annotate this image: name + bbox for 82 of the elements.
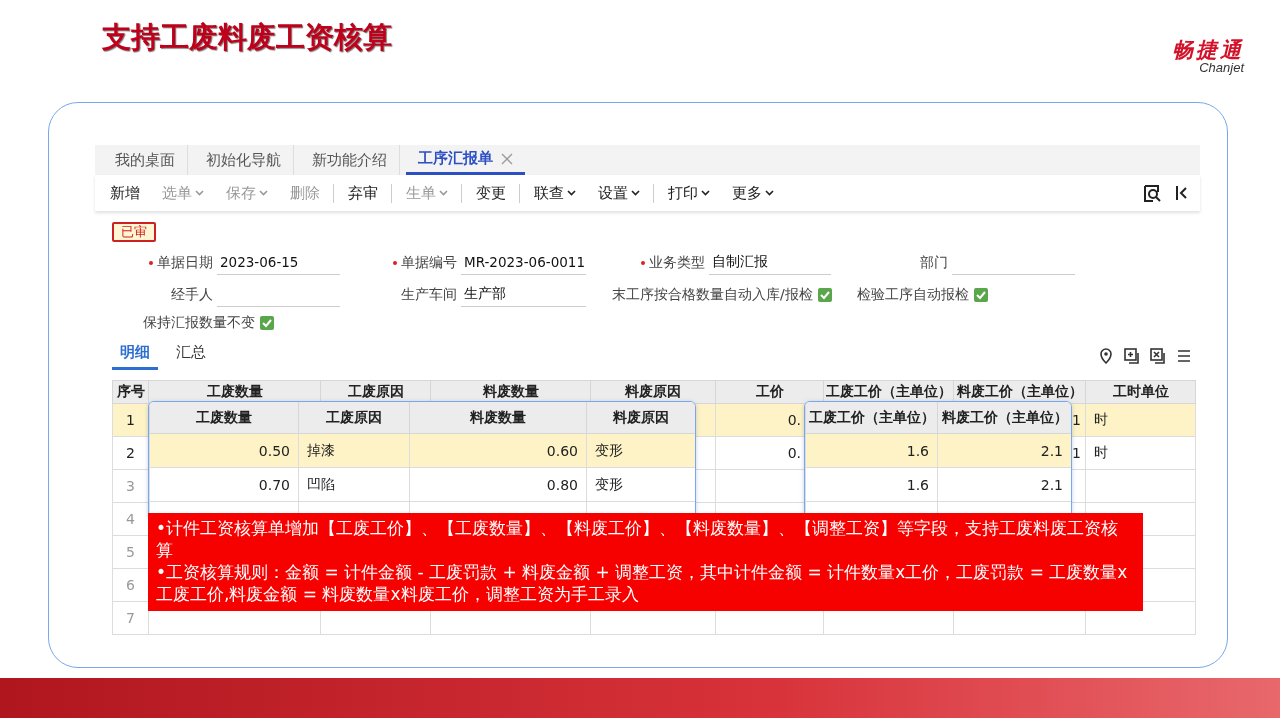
- table-cell: 0.50: [149, 433, 299, 468]
- input-field[interactable]: 2023-06-15: [217, 250, 340, 275]
- toolbar-button[interactable]: 联查: [519, 183, 585, 203]
- column-header: 工废数量: [148, 380, 321, 404]
- checkbox[interactable]: [817, 287, 832, 302]
- field-label: 生产车间: [400, 284, 457, 304]
- toolbar-button[interactable]: 打印: [653, 183, 719, 203]
- caret-icon: [701, 190, 710, 196]
- table-row[interactable]: 0.50 掉漆 0.60 变形: [149, 433, 695, 468]
- location-pin-icon[interactable]: [1098, 348, 1114, 364]
- column-header: 料废数量: [430, 380, 591, 404]
- field-label: 单据日期: [112, 250, 213, 275]
- table-cell: 变形: [586, 433, 695, 468]
- toolbar-button[interactable]: 变更: [461, 183, 515, 203]
- add-row-icon[interactable]: [1124, 348, 1140, 364]
- logo-subtext: Chanjet: [1199, 61, 1244, 76]
- toolbar-button[interactable]: 更多: [723, 183, 783, 203]
- table-cell: 0.60: [409, 433, 587, 468]
- callout-text: •工资核算规则：金额 = 计件金额 - 工废罚款 + 料废金额 + 调整工资，其中计件金额 = 计件数量x工价，工废罚款 = 工废数量x工废工价,料废金额 = 料废数量x料废工价，调整工资为手工录入: [156, 561, 1129, 605]
- column-header: 工废数量: [149, 402, 299, 434]
- column-header: 料废原因: [590, 380, 716, 404]
- field-label: 业务类型: [590, 250, 705, 275]
- column-header: 工价: [715, 380, 824, 404]
- field-label: 单据编号: [344, 250, 457, 275]
- collapse-icon[interactable]: [1174, 185, 1190, 201]
- required-icon: [148, 259, 154, 266]
- input-field[interactable]: 生产部: [461, 282, 586, 307]
- table-cell: 1.6: [805, 467, 938, 502]
- column-header: 工废工价（主单位）: [805, 402, 938, 434]
- checkbox[interactable]: [260, 316, 274, 330]
- callout-text: •计件工资核算单增加【工废工价】、【工废数量】、【料废工价】、【料废数量】、【调整工资】等字段，支持工废料废工资核算: [156, 517, 1120, 561]
- column-header: 工废原因: [320, 380, 431, 404]
- required-icon: [392, 259, 398, 266]
- caret-icon: [765, 190, 774, 196]
- table-cell: 0.70: [149, 467, 299, 502]
- close-icon[interactable]: [501, 152, 513, 165]
- tab[interactable]: 初始化导航: [194, 145, 294, 175]
- tab[interactable]: 我的桌面: [103, 145, 188, 175]
- status-tag: 已审: [112, 222, 156, 242]
- column-header: 料废工价（主单位）: [937, 402, 1071, 434]
- column-header: 工时单位: [1085, 380, 1196, 404]
- caret-icon: [567, 190, 576, 196]
- column-header: 工废原因: [298, 402, 410, 434]
- tab[interactable]: 工序汇报单: [406, 145, 525, 175]
- row-number[interactable]: 1: [112, 403, 149, 437]
- table-cell: 2.1: [937, 433, 1071, 468]
- slide-title: 支持工废料废工资核算: [102, 19, 392, 56]
- input-field[interactable]: MR-2023-06-0011: [461, 250, 586, 275]
- search-icon[interactable]: [1143, 183, 1162, 203]
- toolbar-button[interactable]: 弃审: [333, 183, 387, 203]
- table-row[interactable]: 0.70 凹陷 0.80 变形: [149, 467, 695, 502]
- logo-text: 畅捷通: [1172, 40, 1244, 61]
- field-label: 部门: [919, 252, 948, 272]
- caret-icon: [259, 190, 268, 196]
- input-field[interactable]: 自制汇报: [709, 250, 831, 275]
- column-header: 料废工价（主单位）: [953, 380, 1086, 404]
- tab[interactable]: 明细: [112, 343, 158, 370]
- table-row[interactable]: 1.6 2.1: [805, 467, 1071, 502]
- column-header: 工废工价（主单位）: [823, 380, 954, 404]
- column-header: 料废数量: [409, 402, 587, 434]
- toolbar-button[interactable]: 新增: [101, 183, 149, 203]
- field-label: 经手人: [170, 284, 213, 304]
- table-row[interactable]: 1.6 2.1: [805, 433, 1071, 468]
- table-cell: 凹陷: [298, 467, 410, 502]
- caret-icon: [631, 190, 640, 196]
- table-cell: 0.80: [409, 467, 587, 502]
- checkbox-label: 检验工序自动报检: [857, 285, 969, 304]
- tab[interactable]: 汇总: [168, 343, 214, 370]
- checkbox-label: 保持汇报数量不变: [143, 314, 255, 332]
- toolbar-button[interactable]: 设置: [589, 183, 649, 203]
- table-cell: 时: [1085, 436, 1196, 470]
- required-icon: [640, 259, 646, 266]
- checkbox-label: 末工序按合格数量自动入库/报检: [612, 285, 813, 304]
- column-header: 序号: [112, 380, 149, 404]
- table-cell: 掉漆: [298, 433, 410, 468]
- caret-icon: [439, 190, 448, 196]
- table-cell: 时: [1085, 403, 1196, 437]
- column-header: 料废原因: [586, 402, 695, 434]
- table-cell: 1.6: [805, 433, 938, 468]
- caret-icon: [195, 190, 204, 196]
- tab[interactable]: 新功能介绍: [300, 145, 400, 175]
- checkbox[interactable]: [974, 287, 988, 302]
